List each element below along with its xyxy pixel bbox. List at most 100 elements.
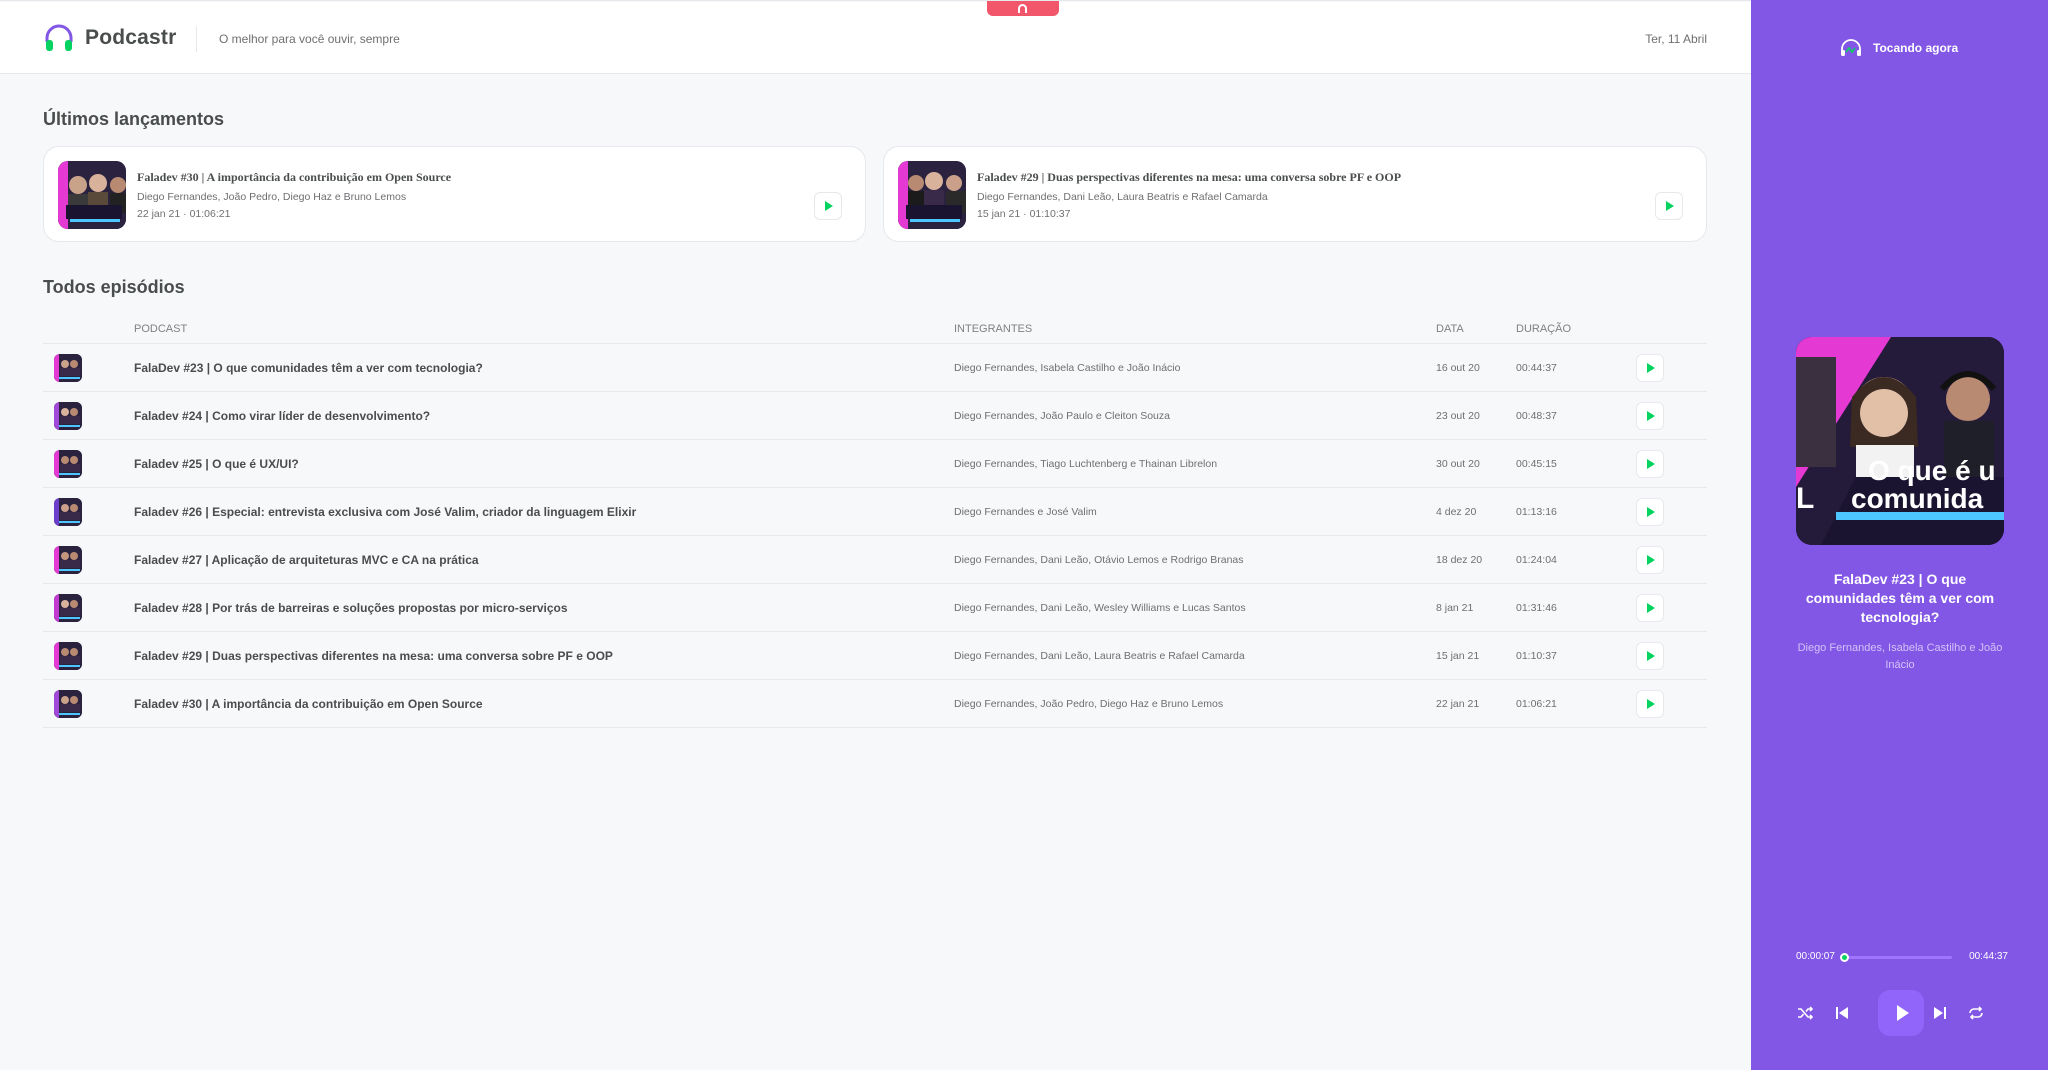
progress-area: 00:00:07 00:44:37 — [1796, 950, 2008, 964]
episode-date: 23 out 20 — [1436, 410, 1480, 422]
play-button[interactable] — [814, 192, 842, 220]
episode-thumbnail — [54, 498, 82, 526]
episode-meta: 22 jan 21 · 01:06:21 — [137, 208, 231, 220]
latest-section-title: Últimos lançamentos — [43, 109, 225, 129]
play-button[interactable] — [1636, 498, 1664, 526]
episode-date: 8 jan 21 — [1436, 602, 1474, 614]
episode-title[interactable]: Faladev #30 | A importância da contribui… — [134, 697, 483, 711]
top-tab-handle[interactable] — [987, 1, 1059, 16]
episode-date: 4 dez 20 — [1436, 506, 1477, 518]
episode-members: Diego Fernandes, João Paulo e Cleiton So… — [954, 410, 1170, 422]
table-row[interactable]: Faladev #28 | Por trás de barreiras e so… — [43, 584, 1707, 632]
episode-thumbnail — [54, 450, 82, 478]
progress-handle[interactable] — [1840, 953, 1850, 962]
table-body: FalaDev #23 | O que comunidades têm a ve… — [43, 344, 1707, 728]
previous-button[interactable] — [1829, 1000, 1855, 1026]
player-panel: Tocando agora O que é u comunida L FalaD… — [1751, 0, 2048, 1070]
table-row[interactable]: Faladev #29 | Duas perspectivas diferent… — [43, 632, 1707, 680]
episode-cover: O que é u comunida L — [1796, 337, 2004, 545]
episode-thumbnail — [54, 402, 82, 430]
play-pause-button[interactable] — [1878, 990, 1924, 1036]
player-controls — [1791, 990, 2009, 1036]
tagline: O melhor para você ouvir, sempre — [219, 32, 400, 46]
episode-title[interactable]: Faladev #29 | Duas perspectivas diferent… — [977, 170, 1401, 185]
repeat-button[interactable] — [1963, 1000, 1989, 1026]
episode-duration: 00:48:37 — [1516, 410, 1557, 422]
play-button[interactable] — [1636, 546, 1664, 574]
episode-title[interactable]: Faladev #30 | A importância da contribui… — [137, 170, 451, 185]
all-episodes-title: Todos episódios — [43, 277, 185, 297]
table-header: Podcast Integrantes Data Duração — [43, 319, 1707, 344]
episode-meta: 15 jan 21 · 01:10:37 — [977, 208, 1071, 220]
episode-title[interactable]: Faladev #26 | Especial: entrevista exclu… — [134, 505, 636, 519]
now-playing-label: Tocando agora — [1873, 41, 1959, 55]
episode-members: Diego Fernandes, João Pedro, Diego Haz e… — [954, 698, 1224, 710]
table-row[interactable]: Faladev #24 | Como virar líder de desenv… — [43, 392, 1707, 440]
current-date: Ter, 11 Abril — [1645, 32, 1707, 46]
episode-duration: 01:13:16 — [1516, 506, 1557, 518]
header: Podcastr O melhor para você ouvir, sempr… — [0, 2, 1751, 74]
repeat-icon — [1969, 1006, 1983, 1020]
now-playing-header: Tocando agora — [1839, 38, 1958, 58]
shuffle-button[interactable] — [1792, 1000, 1818, 1026]
logo[interactable]: Podcastr — [43, 22, 176, 54]
episode-date: 16 out 20 — [1436, 362, 1480, 374]
episode-thumbnail — [58, 161, 126, 229]
table-row[interactable]: Faladev #30 | A importância da contribui… — [43, 680, 1707, 728]
episode-members: Diego Fernandes, Isabela Castilho e João… — [954, 362, 1181, 374]
column-header-duration: Duração — [1516, 323, 1572, 335]
episode-thumbnail — [54, 594, 82, 622]
episode-duration: 01:10:37 — [1516, 650, 1557, 662]
latest-card[interactable]: Faladev #29 | Duas perspectivas diferent… — [883, 146, 1707, 242]
next-button[interactable] — [1927, 1000, 1953, 1026]
episode-thumbnail — [898, 161, 966, 229]
episode-members: Diego Fernandes, Tiago Luchtenberg e Tha… — [954, 458, 1218, 470]
table-row[interactable]: Faladev #26 | Especial: entrevista exclu… — [43, 488, 1707, 536]
episode-duration: 01:06:21 — [1516, 698, 1557, 710]
play-button[interactable] — [1636, 402, 1664, 430]
episode-date: 15 jan 21 — [977, 208, 1021, 220]
episode-members: Diego Fernandes, Dani Leão, Laura Beatri… — [954, 650, 1245, 662]
table-row[interactable]: FalaDev #23 | O que comunidades têm a ve… — [43, 344, 1707, 392]
table-row[interactable]: Faladev #27 | Aplicação de arquiteturas … — [43, 536, 1707, 584]
episode-title[interactable]: FalaDev #23 | O que comunidades têm a ve… — [134, 361, 483, 375]
episode-members: Diego Fernandes e José Valim — [954, 506, 1097, 518]
table-row[interactable]: Faladev #25 | O que é UX/UI? Diego Fernan… — [43, 440, 1707, 488]
episode-title[interactable]: Faladev #25 | O que é UX/UI? — [134, 457, 299, 471]
episode-duration: 00:44:37 — [1516, 362, 1557, 374]
play-button[interactable] — [1636, 690, 1664, 718]
episode-title[interactable]: Faladev #28 | Por trás de barreiras e so… — [134, 601, 568, 615]
play-button[interactable] — [1636, 642, 1664, 670]
episode-date: 22 jan 21 — [1436, 698, 1480, 710]
episode-title[interactable]: Faladev #24 | Como virar líder de desenv… — [134, 409, 430, 423]
episode-title[interactable]: Faladev #29 | Duas perspectivas diferent… — [134, 649, 613, 663]
episode-duration: 01:24:04 — [1516, 554, 1557, 566]
player-episode-title: FalaDev #23 | O que comunidades têm a ve… — [1805, 571, 1995, 625]
episode-duration: 01:06:21 — [189, 208, 231, 220]
episode-date: 18 dez 20 — [1436, 554, 1483, 566]
now-playing-icon — [1841, 39, 1861, 56]
next-icon — [1934, 1007, 1946, 1019]
column-header-podcast: Podcast — [134, 323, 188, 335]
progress-slider[interactable] — [1840, 953, 1952, 962]
play-button[interactable] — [1636, 450, 1664, 478]
episode-title[interactable]: Faladev #27 | Aplicação de arquiteturas … — [134, 553, 479, 567]
episode-members: Diego Fernandes, Dani Leão, Laura Beatri… — [977, 191, 1268, 203]
cover-text-line1: O que é u — [1868, 455, 1996, 486]
headphones-icon — [45, 24, 73, 51]
episode-members: Diego Fernandes, João Pedro, Diego Haz e… — [137, 191, 407, 203]
player-episode-members: Diego Fernandes, Isabela Castilho e João… — [1797, 642, 2003, 671]
episode-date: 15 jan 21 — [1436, 650, 1480, 662]
total-time: 00:44:37 — [1969, 951, 2008, 962]
column-header-date: Data — [1436, 323, 1464, 335]
latest-card[interactable]: Faladev #30 | A importância da contribui… — [43, 146, 866, 242]
main-area: Podcastr O melhor para você ouvir, sempr… — [0, 0, 1751, 1070]
play-button[interactable] — [1636, 354, 1664, 382]
episode-members: Diego Fernandes, Dani Leão, Wesley Willi… — [954, 602, 1246, 614]
elapsed-time: 00:00:07 — [1796, 951, 1835, 962]
play-button[interactable] — [1655, 192, 1683, 220]
previous-icon — [1836, 1007, 1848, 1019]
app-name: Podcastr — [85, 26, 177, 49]
play-button[interactable] — [1636, 594, 1664, 622]
cover-letter: L — [1796, 482, 1814, 515]
